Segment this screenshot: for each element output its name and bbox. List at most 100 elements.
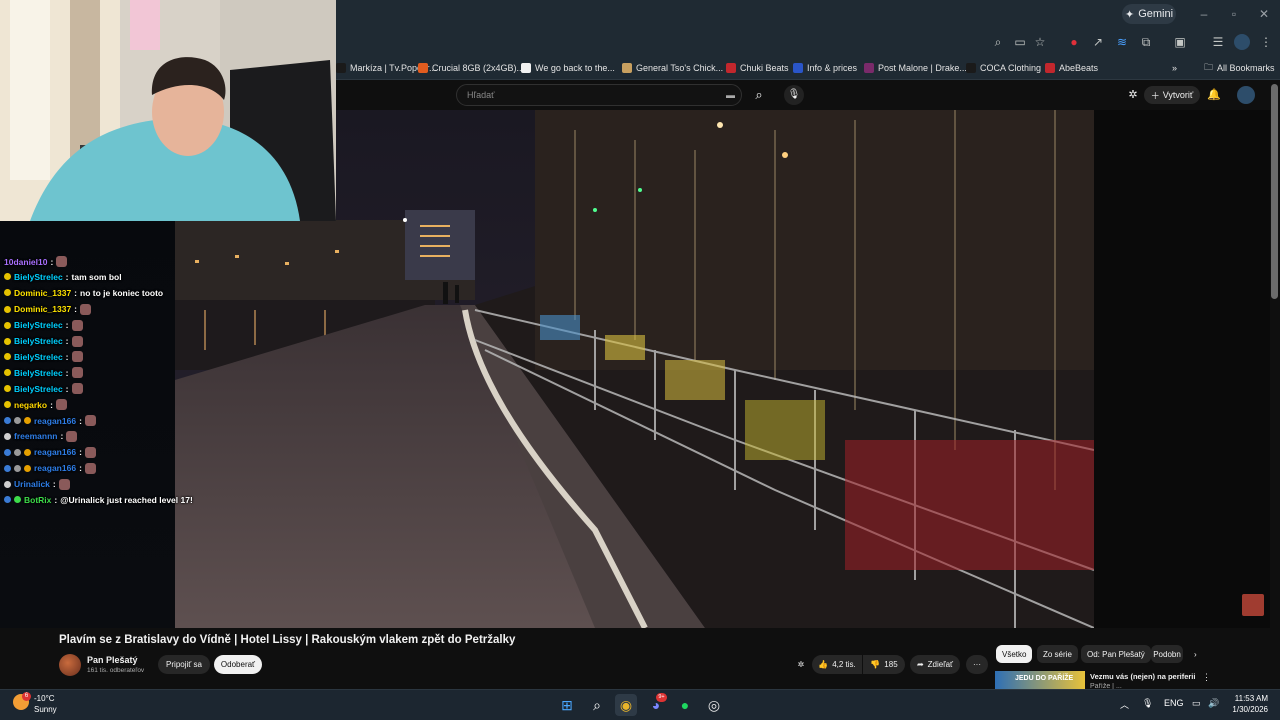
more-actions-button[interactable]: ··· (966, 655, 988, 674)
all-bookmarks-button[interactable]: 🗀 All Bookmarks (1204, 60, 1275, 76)
share-button[interactable]: ➦ Zdieľať (910, 655, 960, 674)
chips-next-chevron-icon[interactable]: › (1188, 645, 1203, 663)
extension-arrow-icon[interactable]: ↗ (1090, 34, 1106, 50)
bookmark-item[interactable]: Crucial 8GB (2x4GB)... (418, 60, 524, 76)
create-button[interactable]: ＋ Vytvoriť (1144, 86, 1200, 104)
sidepanel-icon[interactable]: ▣ (1172, 34, 1188, 50)
chat-username[interactable]: BielyStrelec (14, 336, 63, 346)
weather-temperature[interactable]: -10°C (34, 694, 55, 703)
recommendation-title[interactable]: Vezmu vás (nejen) na periferii (1090, 672, 1195, 681)
close-icon[interactable]: ✕ (1256, 6, 1272, 22)
chat-username[interactable]: BielyStrelec (14, 320, 63, 330)
voice-search-button[interactable]: 🎙 (784, 85, 804, 105)
channel-name[interactable]: Pan Plešatý (87, 655, 138, 665)
chat-emote-icon (84, 415, 96, 426)
unsubscribe-button[interactable]: Odoberať (214, 655, 262, 674)
clock-date[interactable]: 1/30/2026 (1226, 705, 1268, 714)
overflow-chevron-icon: » (1172, 63, 1178, 73)
bookmark-item[interactable]: We go back to the... (521, 60, 615, 76)
bookmark-favicon-icon (418, 63, 428, 73)
channel-avatar[interactable] (59, 654, 81, 676)
chat-username[interactable]: BotRix (24, 495, 51, 505)
chip-series[interactable]: Zo série (1037, 645, 1078, 663)
chat-separator: : (74, 304, 78, 315)
spotify-icon[interactable]: ● (674, 694, 696, 716)
search-input[interactable]: Hľadať ▬ (456, 84, 742, 106)
zoom-icon[interactable]: ⌕ (990, 34, 1006, 50)
chat-badge-icon (4, 401, 11, 409)
share-icon: ➦ (916, 660, 924, 669)
chat-username[interactable]: reagan166 (34, 416, 76, 426)
chat-username[interactable]: BielyStrelec (14, 368, 63, 378)
bookmark-item[interactable]: Post Malone | Drake... (864, 60, 967, 76)
chat-username[interactable]: freemannn (14, 431, 57, 441)
chat-username[interactable]: Urinalick (14, 479, 50, 489)
extension-audio-icon[interactable]: ≋ (1114, 34, 1130, 50)
menu-kebab-icon[interactable]: ⋮ (1258, 34, 1274, 50)
chip-from-channel[interactable]: Od: Pan Plešatý (1081, 645, 1151, 663)
chat-username[interactable]: reagan166 (34, 447, 76, 457)
chat-message: negarko: (4, 399, 67, 411)
bookmarks-overflow-button[interactable]: » (1172, 60, 1177, 76)
keyboard-icon[interactable]: ▬ (726, 85, 735, 105)
cast-icon[interactable]: ▭ (1012, 34, 1028, 50)
language-indicator[interactable]: ENG (1164, 698, 1184, 708)
bookmark-label: AbeBeats (1059, 63, 1099, 73)
chrome-icon[interactable]: ◉ (615, 694, 637, 716)
extensions-puzzle-icon[interactable]: ⧉ (1138, 34, 1154, 50)
chat-username[interactable]: BielyStrelec (14, 352, 63, 362)
obs-icon[interactable]: ◎ (703, 694, 725, 716)
bookmark-star-icon[interactable]: ☆ (1032, 34, 1048, 50)
chat-username[interactable]: reagan166 (34, 463, 76, 473)
search-button[interactable]: ⌕ (742, 84, 776, 106)
bookmark-item[interactable]: General Tso's Chick... (622, 60, 723, 76)
volume-icon[interactable]: 🔊 (1208, 698, 1219, 709)
chat-username[interactable]: Dominic_1337 (14, 304, 71, 314)
folder-icon: 🗀 (1204, 62, 1214, 72)
chat-username[interactable]: 10daniel10 (4, 257, 47, 267)
chat-username[interactable]: BielyStrelec (14, 384, 63, 394)
chat-emote-icon (80, 303, 92, 315)
bookmark-item[interactable]: Chuki Beats (726, 60, 789, 76)
chat-username[interactable]: negarko (14, 400, 47, 410)
chat-username[interactable]: Dominic_1337 (14, 288, 71, 298)
weather-badge: 6 (22, 692, 31, 701)
maximize-icon[interactable]: ▫ (1226, 6, 1242, 22)
bookmark-item[interactable]: AbeBeats (1045, 60, 1098, 76)
minimize-icon[interactable]: – (1196, 6, 1212, 22)
recommendation-thumbnail[interactable]: JEDU DO PAŘÍŽE (995, 671, 1085, 689)
account-avatar[interactable] (1237, 86, 1255, 104)
profile-avatar-icon[interactable] (1234, 34, 1250, 50)
gemini-label: Gemini (1138, 8, 1174, 20)
recommendation-menu-icon[interactable]: ⋮ (1202, 672, 1211, 683)
tab-search-icon[interactable]: ☰ (1210, 34, 1226, 50)
tray-chevron-icon[interactable]: ︿ (1120, 698, 1129, 711)
like-count: 4,2 tis. (832, 660, 856, 669)
microphone-icon: 🎙 (787, 89, 801, 100)
chip-all[interactable]: Všetko (996, 645, 1033, 663)
join-button[interactable]: Pripojiť sa (158, 655, 210, 674)
dislike-button[interactable]: 👎 185 (863, 655, 905, 674)
ai-sparkle-button[interactable]: ✲ (792, 655, 810, 674)
start-windows-icon[interactable]: ⊞ (556, 694, 578, 716)
chat-message: reagan166: (4, 446, 96, 458)
microphone-tray-icon[interactable]: 🎙 (1142, 698, 1153, 709)
taskbar-search-icon[interactable]: ⌕ (586, 694, 608, 716)
gemini-button[interactable]: ✦ Gemini (1122, 4, 1176, 24)
chat-badge-icon (24, 464, 31, 472)
chat-username[interactable]: BielyStrelec (14, 272, 63, 282)
studio-gear-icon[interactable]: ✲ (1125, 87, 1141, 103)
extension-opera-icon[interactable]: ● (1066, 34, 1082, 50)
chat-badge-icon (4, 369, 11, 377)
like-button[interactable]: 👍 4,2 tis. (812, 655, 862, 674)
clock-time[interactable]: 11:53 AM (1226, 694, 1268, 703)
page-scrollbar[interactable] (1271, 84, 1278, 299)
thumbs-down-icon: 👎 (870, 660, 881, 669)
chat-separator: : (65, 320, 69, 331)
all-bookmarks-label: All Bookmarks (1217, 63, 1275, 73)
chip-similar[interactable]: Podobn (1151, 645, 1183, 663)
notifications-bell-icon[interactable]: 🔔 (1206, 87, 1222, 103)
bookmark-item[interactable]: Info & prices (793, 60, 857, 76)
bookmark-item[interactable]: COCA Clothing (966, 60, 1041, 76)
network-icon[interactable]: ▭ (1192, 698, 1201, 709)
